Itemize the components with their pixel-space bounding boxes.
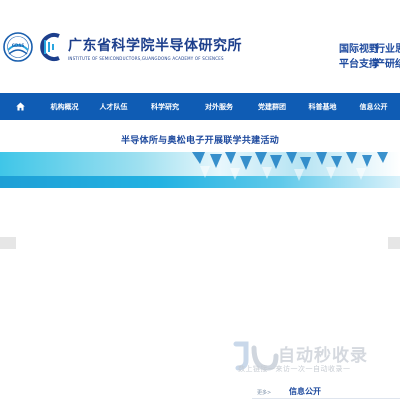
section-divider [252,398,400,399]
section-title-info-disclosure[interactable]: 信息公开 [289,386,321,397]
institute-name[interactable]: 广东省科学院半导体研究所 [68,35,242,55]
institute-name-en: INSTITUTE OF SEMICONDUCTORS,GUANGDONG AC… [68,55,224,62]
article-title: 半导体所与奥松电子开展联学共建活动 [120,136,280,146]
slogan-research: 产研结 [375,59,400,70]
nav-item-about[interactable]: 机构概况 [40,93,89,120]
slogan-global-vision: 国际视野 [339,44,379,55]
nav-item-science-base[interactable]: 科普基地 [298,93,347,120]
home-icon [15,102,25,111]
institute-logo-icon[interactable] [36,31,64,63]
watermark-subtext: 数上链接一来访一次一自动收录一 [238,365,351,373]
site-header: GDAS 广东省科学院半导体研究所 INSTITUTE OF SEMICONDU… [0,0,400,93]
nav-item-info-disclosure[interactable]: 信息公开 [347,93,400,120]
watermark-text: 自动秒收录 [278,346,368,366]
more-link[interactable]: 更多> [257,389,271,396]
nav-item-services[interactable]: 对外服务 [192,93,246,120]
nav-item-research[interactable]: 科学研究 [138,93,192,120]
emblem-text: GDAS [12,43,25,48]
slogan-industry: 行业思 [375,44,400,55]
carousel-prev-button[interactable] [0,237,16,249]
carousel-next-button[interactable] [388,237,400,249]
main-nav: 机构概况 人才队伍 科学研究 对外服务 党建群团 科普基地 信息公开 [0,93,400,120]
nav-item-talent[interactable]: 人才队伍 [89,93,138,120]
nav-home[interactable] [0,93,40,120]
banner-image [0,152,400,188]
slogan-platform-support: 平台支撑 [339,59,379,70]
gdas-emblem-icon[interactable]: GDAS [3,24,33,70]
nav-item-party[interactable]: 党建群团 [246,93,298,120]
